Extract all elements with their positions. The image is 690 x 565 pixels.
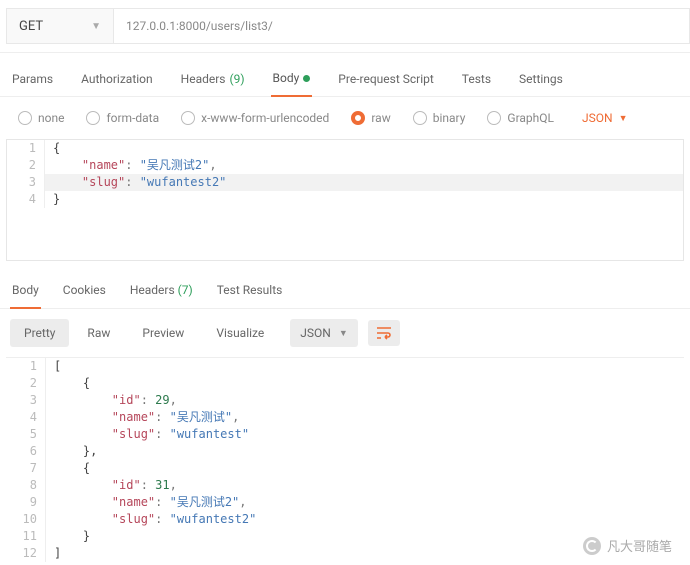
url-input[interactable]: 127.0.0.1:8000/users/list3/ (114, 8, 690, 44)
resp-tab-testresults[interactable]: Test Results (215, 279, 285, 308)
body-type-row: none form-data x-www-form-urlencoded raw… (0, 97, 690, 139)
tab-prerequest[interactable]: Pre-request Script (336, 65, 435, 96)
radio-icon (487, 111, 501, 125)
response-body-editor[interactable]: 1[ 2 { 3 "id": 29, 4 "name": "吴凡测试", 5 "… (6, 357, 684, 562)
tab-params[interactable]: Params (10, 65, 55, 96)
radio-icon (18, 111, 32, 125)
raw-type-dropdown[interactable]: JSON▼ (582, 111, 627, 125)
body-dot-icon (303, 75, 310, 82)
view-preview[interactable]: Preview (128, 319, 198, 347)
request-body-editor[interactable]: 1{ 2 "name": "吴凡测试2", 3 "slug": "wufante… (6, 139, 684, 261)
radio-icon (86, 111, 100, 125)
view-pretty[interactable]: Pretty (10, 319, 69, 347)
wrap-lines-button[interactable] (368, 320, 400, 346)
url-text: 127.0.0.1:8000/users/list3/ (126, 19, 273, 33)
line-number: 5 (6, 426, 46, 443)
view-raw[interactable]: Raw (73, 319, 124, 347)
line-number: 1 (7, 140, 45, 157)
tab-headers[interactable]: Headers (9) (179, 65, 247, 96)
line-number: 2 (7, 157, 45, 174)
method-label: GET (19, 19, 43, 34)
watermark-text: 凡大哥随笔 (607, 536, 672, 555)
line-number: 1 (6, 358, 46, 375)
line-number: 4 (7, 191, 45, 208)
line-number: 4 (6, 409, 46, 426)
line-number: 12 (6, 545, 46, 562)
chevron-down-icon: ▼ (619, 113, 628, 124)
tab-authorization[interactable]: Authorization (79, 65, 155, 96)
line-number: 9 (6, 494, 46, 511)
request-bar: GET ▼ 127.0.0.1:8000/users/list3/ (0, 0, 690, 53)
line-number: 7 (6, 460, 46, 477)
response-tabs: Body Cookies Headers (7) Test Results (0, 261, 690, 309)
request-tabs: Params Authorization Headers (9) Body Pr… (0, 53, 690, 97)
method-select[interactable]: GET ▼ (6, 8, 114, 44)
resp-tab-headers[interactable]: Headers (7) (128, 279, 195, 308)
tab-settings[interactable]: Settings (517, 65, 565, 96)
wrap-icon (376, 326, 392, 340)
resp-tab-cookies[interactable]: Cookies (61, 279, 108, 308)
wechat-icon (583, 537, 601, 555)
radio-graphql[interactable]: GraphQL (487, 111, 554, 125)
line-number: 3 (6, 392, 46, 409)
response-view-bar: Pretty Raw Preview Visualize JSON▼ (0, 309, 690, 357)
radio-raw[interactable]: raw (351, 111, 390, 125)
chevron-down-icon: ▼ (91, 21, 101, 32)
line-number: 3 (7, 174, 45, 191)
line-number: 6 (6, 443, 46, 460)
line-number: 11 (6, 528, 46, 545)
resp-tab-body[interactable]: Body (10, 279, 41, 309)
radio-icon-selected (351, 111, 365, 125)
headers-count: (7) (178, 283, 193, 297)
radio-formdata[interactable]: form-data (86, 111, 159, 125)
line-number: 10 (6, 511, 46, 528)
chevron-down-icon: ▼ (339, 328, 348, 339)
radio-none[interactable]: none (18, 111, 64, 125)
line-number: 8 (6, 477, 46, 494)
line-number: 2 (6, 375, 46, 392)
tab-body[interactable]: Body (271, 65, 313, 97)
radio-urlencoded[interactable]: x-www-form-urlencoded (181, 111, 329, 125)
tab-tests[interactable]: Tests (460, 65, 493, 96)
radio-binary[interactable]: binary (413, 111, 466, 125)
headers-count: (9) (230, 72, 245, 86)
radio-icon (413, 111, 427, 125)
watermark: 凡大哥随笔 (583, 536, 672, 555)
radio-icon (181, 111, 195, 125)
response-type-dropdown[interactable]: JSON▼ (290, 319, 357, 347)
view-visualize[interactable]: Visualize (202, 319, 278, 347)
